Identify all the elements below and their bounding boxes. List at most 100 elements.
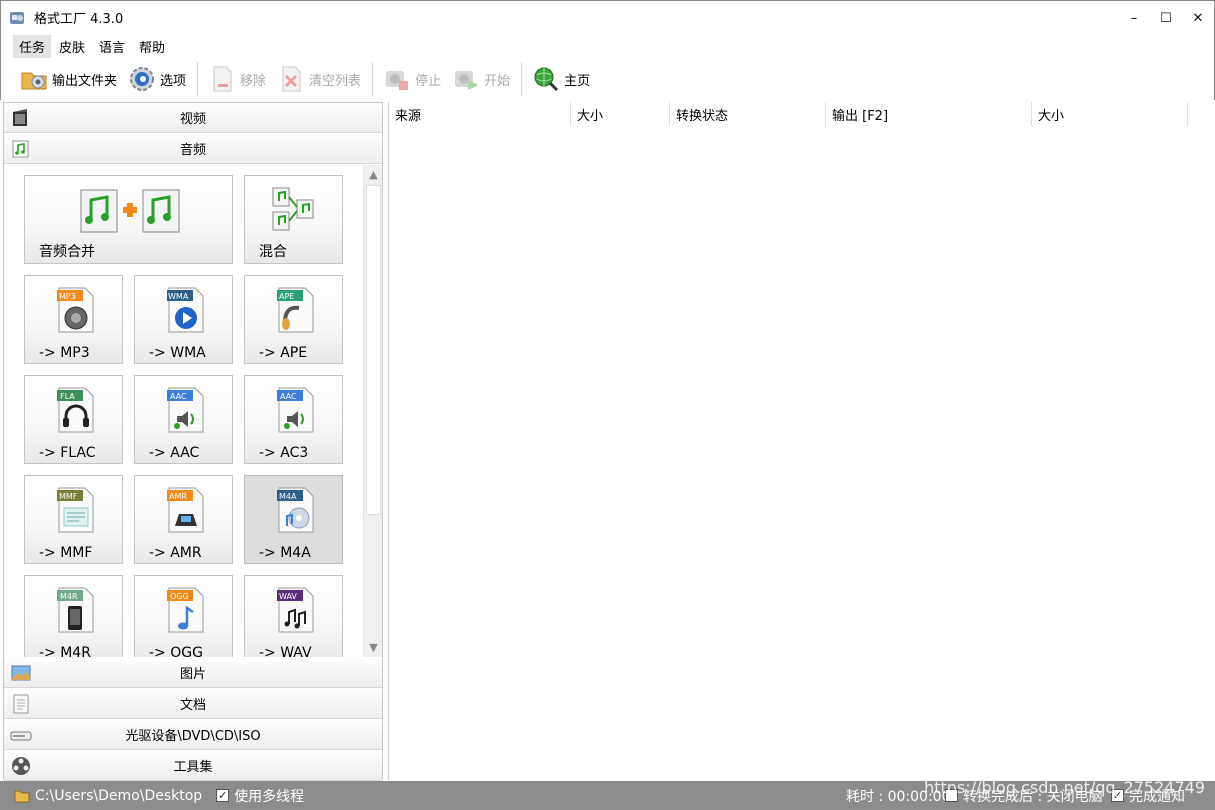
audio-merge-icon	[80, 189, 180, 233]
disc-drive-icon	[10, 731, 32, 741]
tile-ac3-label: -> AC3	[259, 445, 309, 461]
close-button[interactable]: ✕	[1182, 1, 1214, 35]
tile-wma-label: -> WMA	[149, 345, 206, 361]
column-output-size[interactable]: 大小	[1032, 102, 1188, 126]
toolbar-separator	[521, 62, 523, 96]
folder-icon	[21, 72, 47, 90]
category-tools[interactable]: 工具集	[4, 751, 382, 781]
film-icon	[13, 109, 27, 126]
tile-amr-badge: AMR	[169, 492, 187, 501]
stop-icon	[386, 71, 409, 90]
tile-m4a-badge: M4A	[279, 492, 297, 501]
menu-language[interactable]: 语言	[93, 35, 131, 58]
stop-label: 停止	[415, 73, 442, 89]
column-output[interactable]: 输出 [F2]	[826, 102, 1032, 126]
minimize-button[interactable]: –	[1118, 1, 1150, 35]
tile-aac[interactable]: AAC -> AAC	[134, 375, 233, 464]
task-list-header: 来源 大小 转换状态 输出 [F2] 大小	[389, 102, 1188, 126]
home-button[interactable]: 主页	[527, 62, 594, 96]
output-folder-label: 输出文件夹	[52, 73, 118, 89]
menu-skin[interactable]: 皮肤	[53, 35, 91, 58]
tile-mmf-badge: MMF	[59, 492, 78, 501]
tile-mp3-badge: MP3	[59, 292, 76, 301]
folder-icon[interactable]	[14, 789, 30, 803]
tile-amr-label: -> AMR	[149, 545, 202, 561]
format-grid-scrollbar[interactable]: ▲ ▼	[363, 165, 382, 657]
tile-mmf-label: -> MMF	[39, 545, 93, 561]
stop-button[interactable]: 停止	[378, 62, 445, 96]
toolbar: 输出文件夹 选项 移除 清空列表 停止 开始 主页	[0, 58, 1215, 100]
tile-m4r[interactable]: M4R -> M4R	[24, 575, 123, 657]
column-size[interactable]: 大小	[571, 102, 670, 126]
options-button[interactable]: 选项	[123, 62, 190, 96]
category-audio-label: 音频	[179, 143, 206, 158]
tile-ape[interactable]: APE -> APE	[244, 275, 343, 364]
home-label: 主页	[564, 73, 591, 89]
watermark: https://blog.csdn.net/qq_27524749	[924, 778, 1205, 797]
maximize-button[interactable]: ☐	[1150, 1, 1182, 35]
tile-amr[interactable]: AMR -> AMR	[134, 475, 233, 564]
globe-search-icon	[534, 67, 559, 92]
category-image[interactable]: 图片	[4, 658, 382, 688]
category-video[interactable]: 视频	[4, 103, 382, 133]
tile-audio-merge[interactable]: 音频合并	[24, 175, 233, 264]
tile-wma[interactable]: WMA -> WMA	[134, 275, 233, 364]
mix-icon	[272, 187, 314, 231]
category-optical[interactable]: 光驱设备\DVD\CD\ISO	[4, 720, 382, 750]
tile-ogg-badge: OGG	[170, 592, 189, 601]
tile-wav[interactable]: WAV -> WAV	[244, 575, 343, 657]
tile-mp3-label: -> MP3	[39, 345, 90, 361]
remove-label: 移除	[240, 73, 267, 89]
category-video-label: 视频	[179, 112, 206, 127]
tile-ac3-badge: AAC	[280, 392, 297, 401]
scroll-up-arrow-icon[interactable]: ▲	[365, 166, 382, 183]
options-label: 选项	[160, 73, 187, 89]
tile-mp3[interactable]: MP3 -> MP3	[24, 275, 123, 364]
tile-aac-label: -> AAC	[149, 445, 200, 461]
task-list[interactable]: 来源 大小 转换状态 输出 [F2] 大小	[388, 102, 1215, 780]
category-optical-label: 光驱设备\DVD\CD\ISO	[125, 729, 261, 744]
menu-task[interactable]: 任务	[13, 34, 52, 58]
music-note-icon	[12, 140, 29, 158]
tile-m4a[interactable]: M4A -> M4A	[244, 475, 343, 564]
remove-button[interactable]: 移除	[203, 62, 270, 96]
scrollbar-thumb[interactable]	[366, 185, 381, 515]
tile-ac3[interactable]: AAC -> AC3	[244, 375, 343, 464]
output-path[interactable]: C:\Users\Demo\Desktop	[35, 788, 202, 804]
multithread-checkbox[interactable]: ✓	[216, 789, 230, 802]
category-audio[interactable]: 音频	[4, 134, 382, 164]
tile-ogg[interactable]: OGG -> OGG	[134, 575, 233, 657]
start-button[interactable]: 开始	[447, 62, 514, 96]
toolbar-separator	[197, 62, 199, 96]
menu-bar: 任务 皮肤 语言 帮助	[0, 34, 1215, 58]
tile-mix[interactable]: 混合	[244, 175, 343, 264]
tile-ape-badge: APE	[279, 292, 295, 301]
column-source[interactable]: 来源	[389, 102, 571, 126]
app-icon	[10, 11, 24, 24]
tile-audio-merge-label: 音频合并	[39, 244, 95, 260]
multithread-label: 使用多线程	[234, 788, 305, 805]
audio-format-grid: 音频合并 混合 MP3 -> MP3 WMA -> WMA APE -> APE…	[4, 165, 362, 657]
start-label: 开始	[484, 73, 511, 89]
category-document[interactable]: 文档	[4, 689, 382, 719]
tile-wma-badge: WMA	[168, 292, 189, 301]
toolbar-separator	[372, 62, 374, 96]
document-icon	[13, 694, 29, 714]
tile-aac-badge: AAC	[170, 392, 187, 401]
tile-m4r-badge: M4R	[60, 592, 78, 601]
menu-help[interactable]: 帮助	[133, 35, 171, 58]
tile-flac[interactable]: FLA -> FLAC	[24, 375, 123, 464]
remove-icon	[213, 66, 232, 92]
tile-m4r-label: -> M4R	[39, 645, 91, 657]
column-status[interactable]: 转换状态	[670, 102, 826, 126]
clear-list-button[interactable]: 清空列表	[272, 62, 365, 96]
clear-list-label: 清空列表	[309, 73, 362, 89]
clear-icon	[282, 66, 301, 92]
tile-flac-badge: FLA	[60, 392, 75, 401]
category-document-label: 文档	[179, 698, 206, 713]
gear-icon	[130, 67, 155, 91]
start-icon	[455, 71, 479, 90]
output-folder-button[interactable]: 输出文件夹	[15, 62, 121, 96]
tile-mmf[interactable]: MMF -> MMF	[24, 475, 123, 564]
scroll-down-arrow-icon[interactable]: ▼	[365, 639, 382, 656]
